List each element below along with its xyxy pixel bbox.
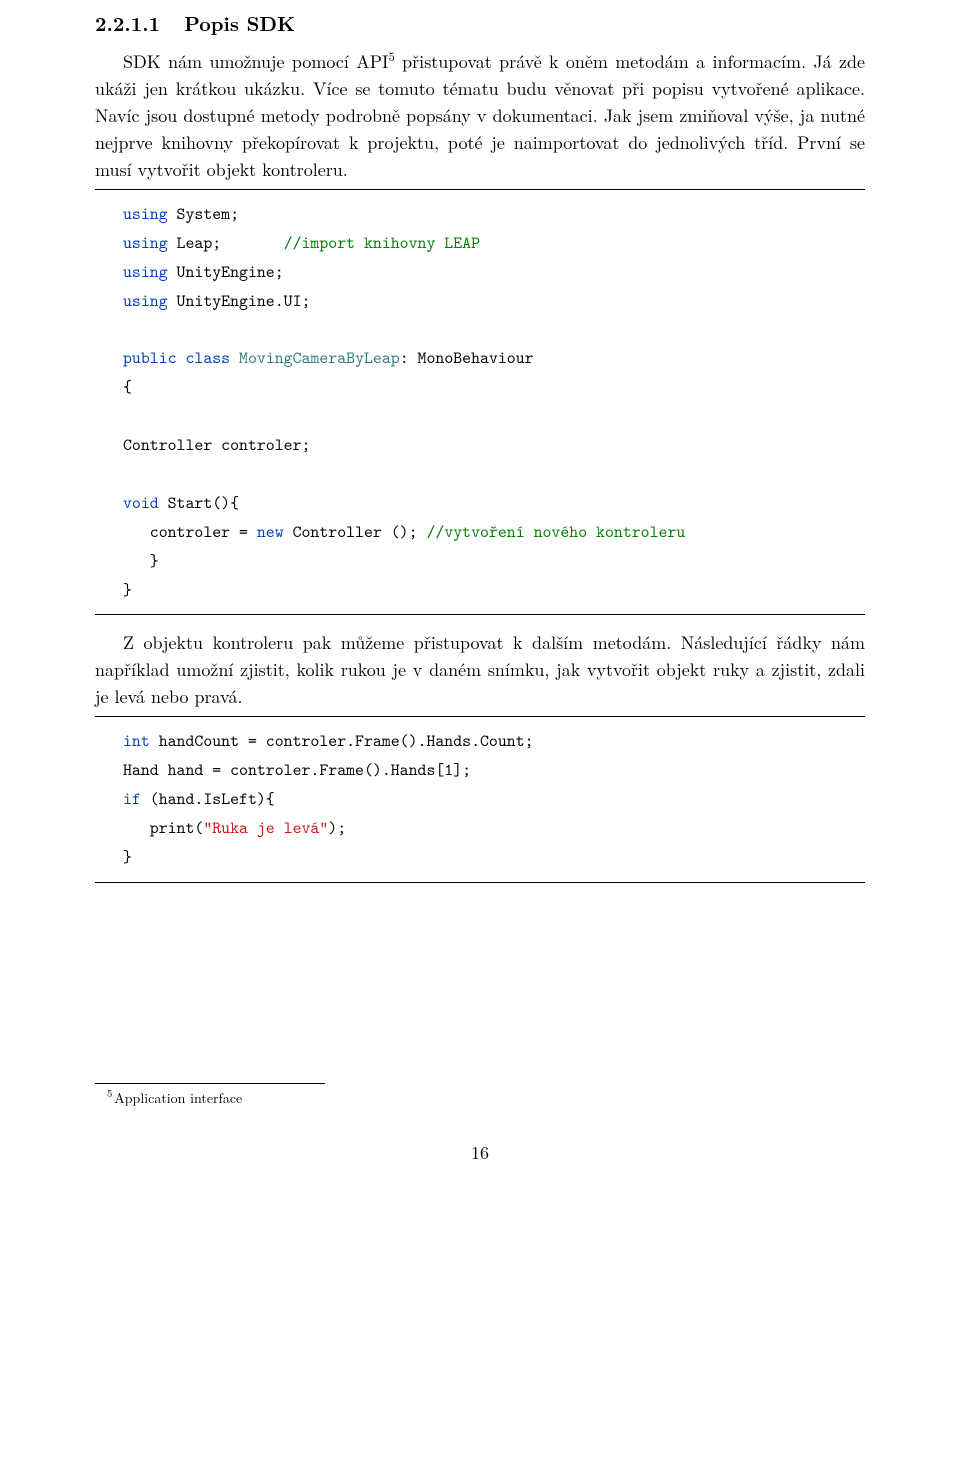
code2-l4-pre: print( [123,817,203,839]
kw-if: if [123,788,141,810]
code1-l5-rest: : MonoBehaviour [400,347,534,369]
code1-l9-rest: Controller (); [284,521,427,543]
string-literal: "Ruka je levá" [203,817,328,839]
footnote-5: 5Application interface [107,1088,865,1109]
footnote-text: Application interface [114,1088,242,1108]
page-number: 16 [95,1139,865,1166]
code2-l2: Hand hand = controler.Frame().Hands[1]; [123,759,471,781]
para1-pre: SDK nám umožnuje pomocí API [123,49,388,74]
type-name: MovingCameraByLeap [230,347,400,369]
code2-l5: } [123,846,132,868]
kw-class: class [177,347,231,369]
kw-new: new [257,521,284,543]
code1-l7: Controller controler; [123,434,310,456]
code-block-2: int handCount = controler.Frame().Hands.… [95,716,865,882]
code1-l1: System; [168,203,239,225]
kw-using-3: using [123,261,168,283]
code1-l11: } [123,579,132,601]
comment-import: //import knihovny LEAP [284,232,480,254]
kw-using-1: using [123,203,168,225]
code2-l3: (hand.IsLeft){ [141,788,275,810]
kw-void: void [123,492,159,514]
paragraph-2: Z objektu kontroleru pak můžeme přistupo… [95,629,865,710]
kw-using-2: using [123,232,168,254]
code1-l10: } [123,550,159,572]
kw-public: public [123,347,177,369]
page: 2.2.1.1 Popis SDK SDK nám umožnuje pomocí… [0,8,960,1466]
code1-l3: UnityEngine; [168,261,284,283]
section-number: 2.2.1.1 [95,8,160,37]
kw-using-4: using [123,290,168,312]
section-title-text: Popis SDK [184,8,295,37]
code1-l8: Start(){ [159,492,239,514]
code2-l1: handCount = controler.Frame().Hands.Coun… [150,730,534,752]
code1-l2: Leap; [168,232,284,254]
comment-new-controller: //vytvoření nového kontroleru [426,521,685,543]
code1-l4: UnityEngine.UI; [168,290,311,312]
code1-l9-pre: controler = [123,521,257,543]
section-heading: 2.2.1.1 Popis SDK [95,8,865,38]
code1-l6: { [123,376,132,398]
footnote-separator [95,1083,325,1084]
footnote-marker: 5 [107,1086,112,1101]
code-block-1: using System; using Leap; //import kniho… [95,189,865,615]
code2-l4-post: ); [328,817,346,839]
kw-int: int [123,730,150,752]
paragraph-1: SDK nám umožnuje pomocí API5 přistupovat… [95,48,865,183]
